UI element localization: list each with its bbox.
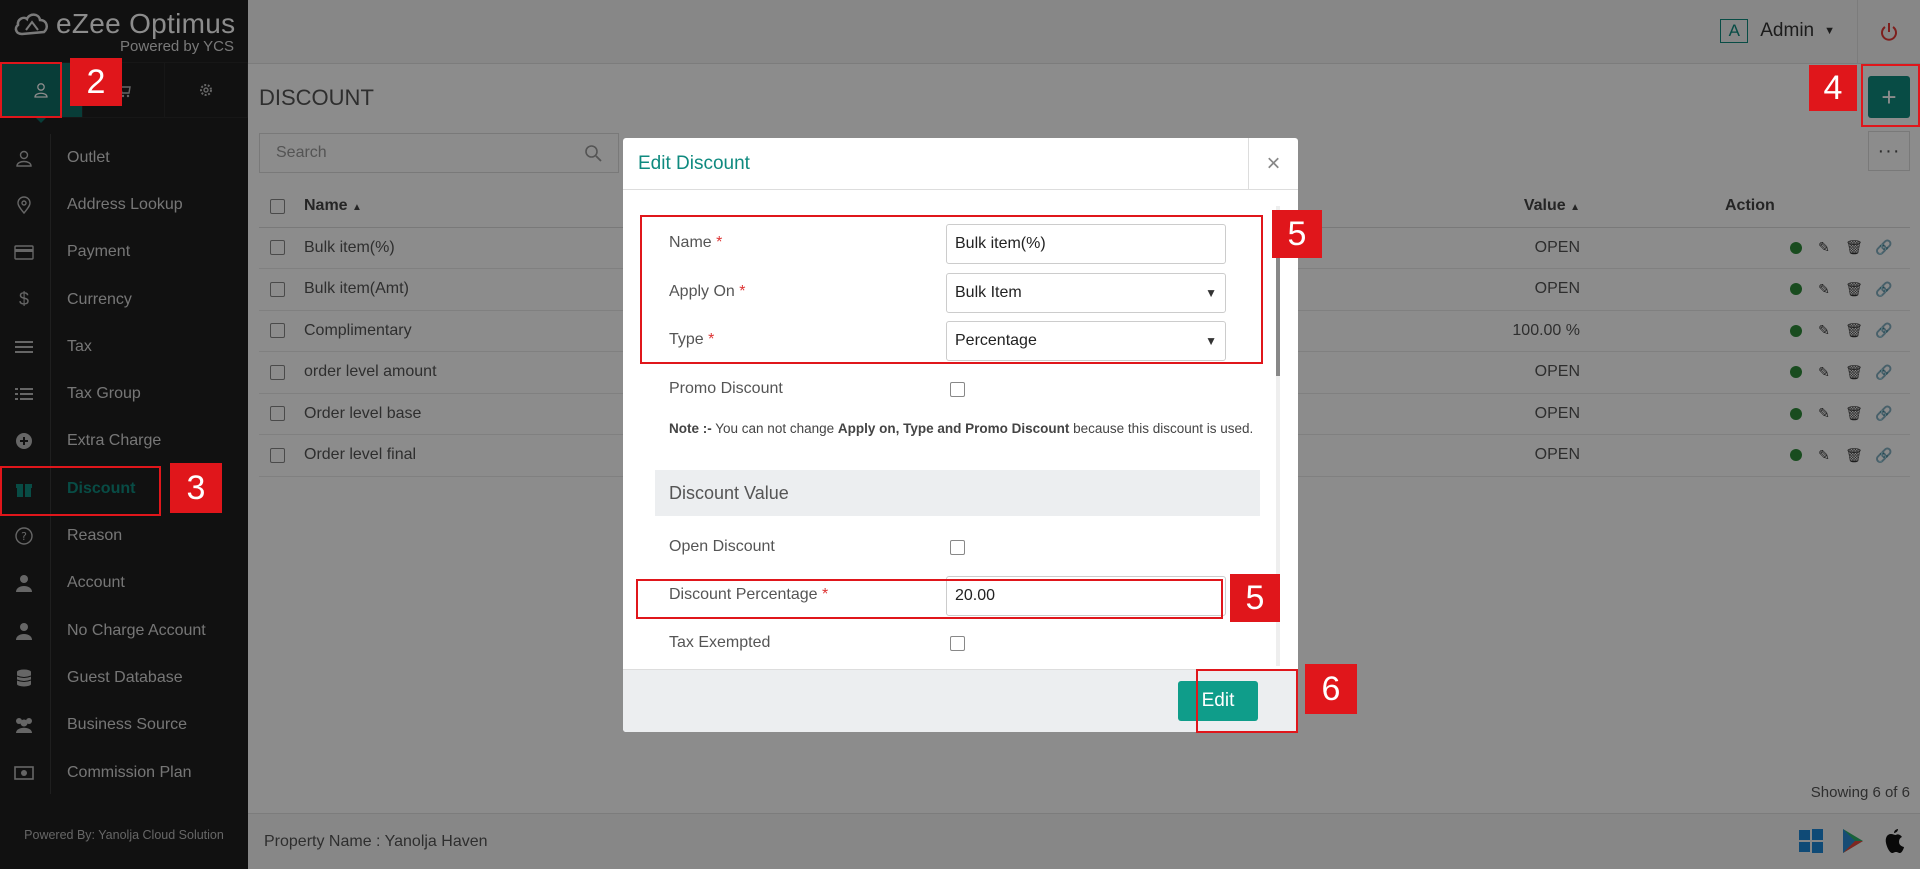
annotation-tag-3: 3 — [170, 463, 222, 513]
modal-header: Edit Discount × — [623, 138, 1298, 190]
annotation-box-3 — [0, 466, 161, 516]
promo-row: Promo Discount — [655, 370, 1255, 410]
close-icon[interactable]: × — [1248, 138, 1298, 190]
annotation-box-5b — [636, 579, 1223, 619]
annotation-tag-6: 6 — [1305, 664, 1357, 714]
open-discount-row: Open Discount — [655, 528, 1255, 568]
annotation-tag-4: 4 — [1809, 65, 1857, 111]
modal-title: Edit Discount — [638, 153, 750, 174]
tax-exempted-row: Tax Exempted — [655, 624, 1255, 664]
annotation-box-4 — [1861, 64, 1920, 127]
annotation-box-2 — [0, 62, 62, 118]
annotation-box-6 — [1196, 669, 1298, 733]
promo-label: Promo Discount — [669, 380, 783, 397]
annotation-tag-5b: 5 — [1230, 574, 1280, 622]
open-discount-checkbox[interactable] — [950, 540, 965, 555]
open-discount-label: Open Discount — [669, 538, 775, 555]
note-text: Note :- You can not change Apply on, Typ… — [669, 421, 1254, 436]
discount-value-section: Discount Value — [655, 470, 1260, 516]
annotation-tag-5a: 5 — [1272, 210, 1322, 258]
tax-exempted-label: Tax Exempted — [669, 634, 771, 651]
annotation-tag-2: 2 — [70, 58, 122, 106]
annotation-box-5a — [640, 215, 1263, 364]
tax-exempted-checkbox[interactable] — [950, 636, 965, 651]
promo-discount-checkbox[interactable] — [950, 382, 965, 397]
